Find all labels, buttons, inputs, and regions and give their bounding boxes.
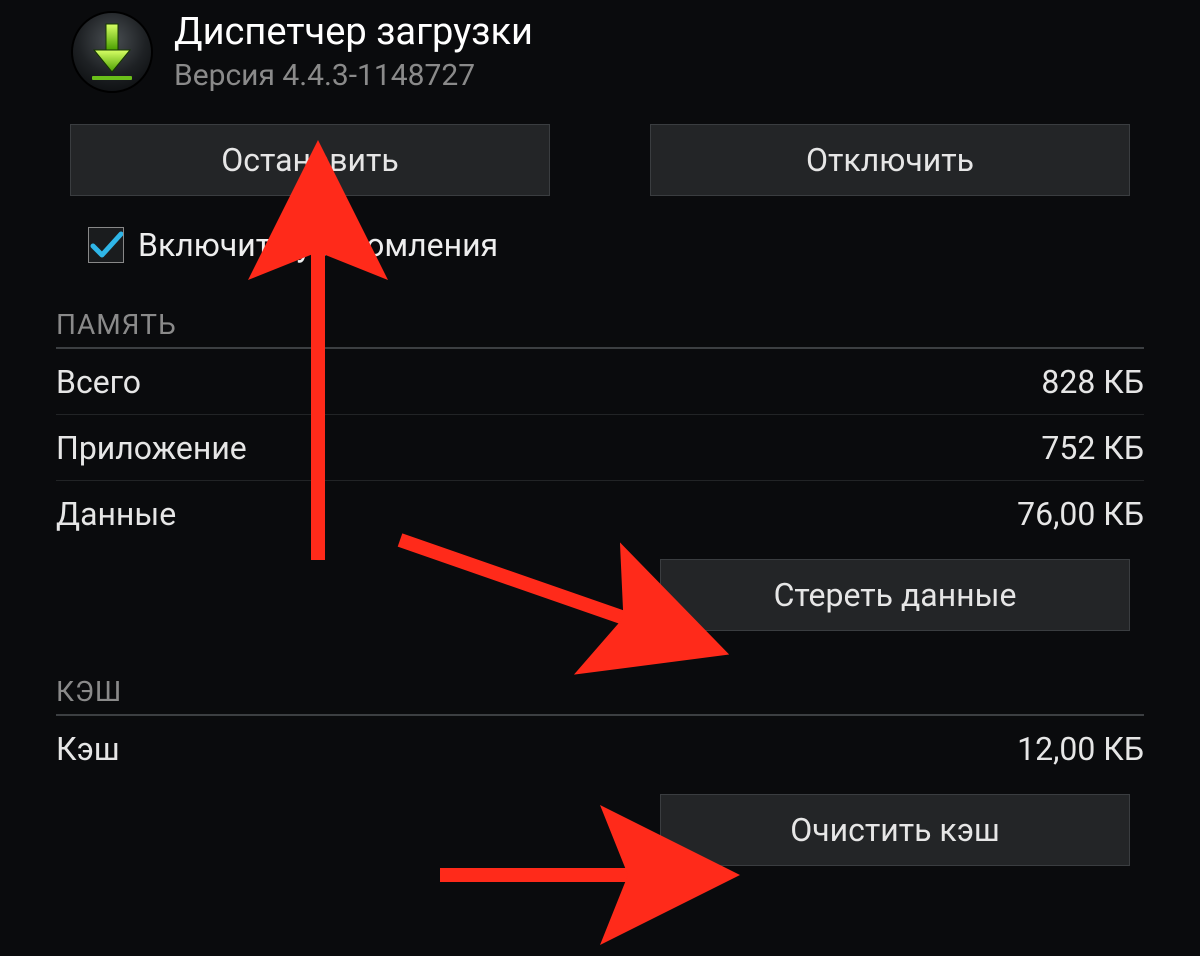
app-version: Версия 4.4.3-1148727 (174, 58, 533, 93)
notifications-row[interactable]: Включить уведомления (0, 196, 1200, 264)
storage-app-label: Приложение (56, 429, 247, 467)
download-icon (70, 10, 154, 94)
stop-button[interactable]: Остановить (70, 124, 550, 196)
app-title-block: Диспетчер загрузки Версия 4.4.3-1148727 (174, 10, 533, 93)
cache-row: Кэш 12,00 КБ (56, 716, 1144, 782)
storage-total-label: Всего (56, 363, 141, 401)
cache-list: Кэш 12,00 КБ (0, 716, 1200, 782)
storage-total-value: 828 КБ (1041, 363, 1144, 401)
storage-data-row: Данные 76,00 КБ (56, 481, 1144, 547)
app-header: Диспетчер загрузки Версия 4.4.3-1148727 (0, 0, 1200, 94)
clear-data-row: Стереть данные (0, 547, 1200, 631)
top-button-row: Остановить Отключить (0, 94, 1200, 196)
checkmark-icon (89, 228, 123, 262)
storage-heading: ПАМЯТЬ (0, 264, 1200, 347)
clear-cache-row: Очистить кэш (0, 782, 1200, 866)
cache-value: 12,00 КБ (1017, 730, 1144, 768)
disable-button[interactable]: Отключить (650, 124, 1130, 196)
clear-data-button[interactable]: Стереть данные (660, 559, 1130, 631)
notifications-label: Включить уведомления (138, 226, 498, 264)
cache-label: Кэш (56, 730, 120, 768)
app-title: Диспетчер загрузки (174, 10, 533, 54)
storage-app-row: Приложение 752 КБ (56, 415, 1144, 481)
storage-data-value: 76,00 КБ (1017, 495, 1144, 533)
storage-list: Всего 828 КБ Приложение 752 КБ Данные 76… (0, 349, 1200, 547)
storage-app-value: 752 КБ (1041, 429, 1144, 467)
clear-cache-button[interactable]: Очистить кэш (660, 794, 1130, 866)
storage-total-row: Всего 828 КБ (56, 349, 1144, 415)
cache-heading: КЭШ (0, 631, 1200, 714)
notifications-checkbox[interactable] (88, 227, 124, 263)
storage-data-label: Данные (56, 495, 176, 533)
